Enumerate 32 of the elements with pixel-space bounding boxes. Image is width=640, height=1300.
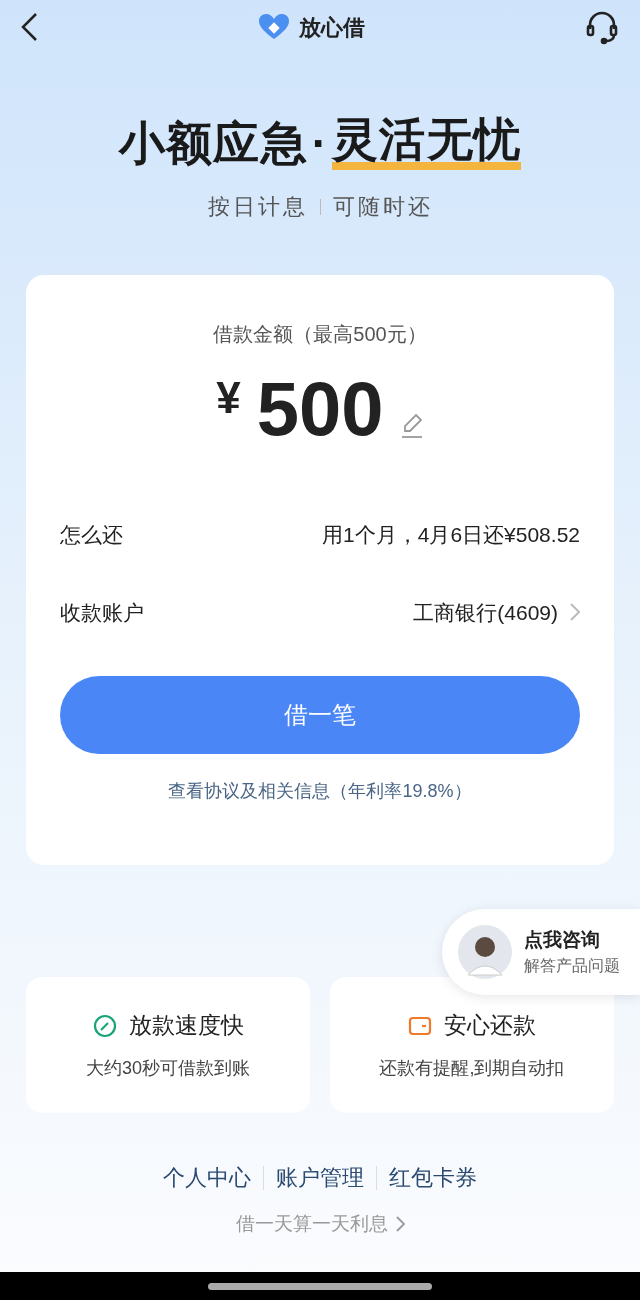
gauge-icon bbox=[92, 1013, 117, 1038]
footer-link[interactable]: 个人中心 bbox=[163, 1161, 251, 1194]
back-icon[interactable] bbox=[20, 12, 38, 42]
consult-bubble[interactable]: 点我咨询 解答产品问题 bbox=[442, 909, 640, 995]
headset-icon[interactable] bbox=[584, 9, 620, 45]
app-title: 放心借 bbox=[299, 13, 365, 42]
feature-title: 放款速度快 bbox=[128, 1011, 244, 1041]
currency-symbol: ¥ bbox=[216, 372, 241, 424]
feature-description: 还款有提醒,到期自动扣 bbox=[379, 1056, 565, 1080]
feature-description: 大约30秒可借款到账 bbox=[86, 1056, 250, 1080]
consult-title: 点我咨询 bbox=[524, 927, 601, 952]
headline-highlight: 灵活无忧 bbox=[332, 116, 521, 170]
amount-value: 500 bbox=[256, 371, 384, 447]
hero-tag: 按日计息 bbox=[207, 190, 308, 223]
agreement-link[interactable]: 查看协议及相关信息（年利率19.8%） bbox=[168, 778, 472, 805]
avatar-icon bbox=[458, 925, 512, 979]
row-value: 用1个月，4月6日还¥508.52 bbox=[322, 522, 580, 548]
feature-title: 安心还款 bbox=[444, 1011, 536, 1041]
headline: 小额应急 bbox=[119, 120, 308, 166]
row-label: 怎么还 bbox=[60, 522, 123, 548]
chevron-right-icon[interactable] bbox=[570, 603, 580, 622]
consult-subtitle: 解答产品问题 bbox=[524, 956, 620, 977]
edit-icon[interactable] bbox=[399, 413, 424, 439]
headline-separator: · bbox=[311, 120, 329, 166]
amount-label: 借款金额（最高500元） bbox=[213, 322, 427, 347]
row-label: 收款账户 bbox=[60, 599, 144, 626]
chevron-right-icon[interactable] bbox=[395, 1216, 405, 1233]
footer-link[interactable]: 红包卡券 bbox=[389, 1161, 477, 1194]
row-value[interactable]: 工商银行(4609) bbox=[413, 596, 558, 628]
hero-tag: 可随时还 bbox=[332, 190, 433, 223]
footer-link[interactable]: 账户管理 bbox=[276, 1161, 364, 1194]
heart-logo-icon bbox=[257, 13, 291, 41]
